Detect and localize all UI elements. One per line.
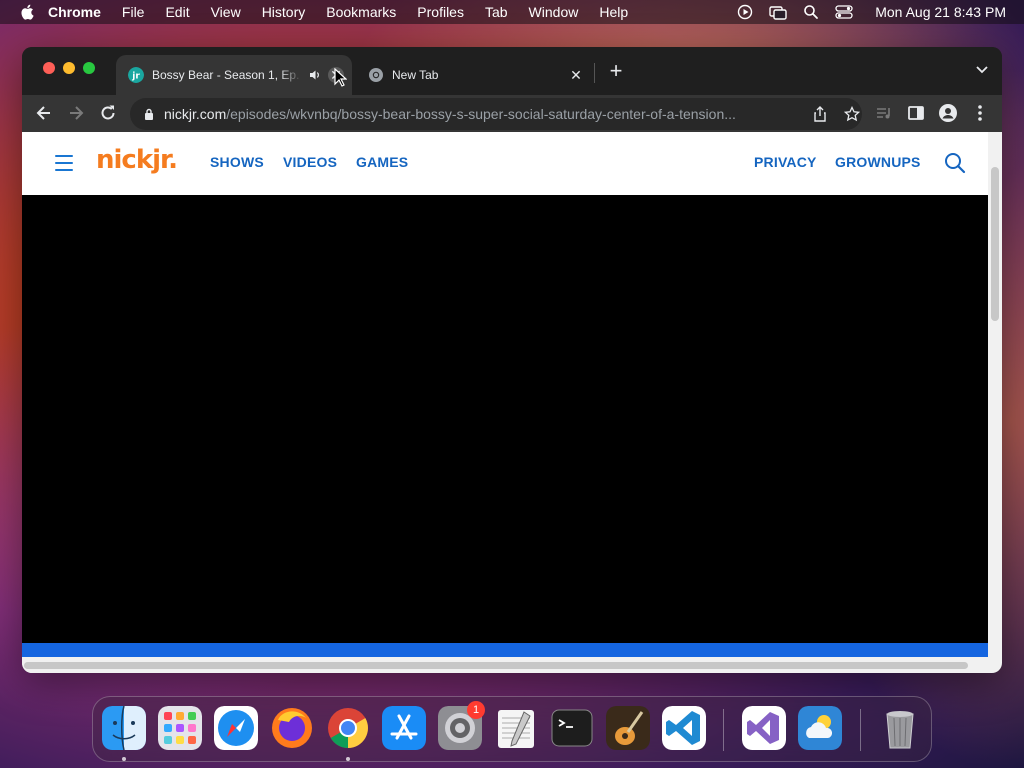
menu-help[interactable]: Help (599, 0, 628, 24)
menu-app-name[interactable]: Chrome (48, 0, 101, 24)
chrome-favicon-icon (369, 68, 383, 82)
more-menu-icon[interactable] (970, 103, 990, 123)
video-progress-bar[interactable] (22, 643, 988, 657)
tab-strip: jr Bossy Bear - Season 1, Ep. ✕ New Tab … (22, 47, 1002, 95)
bookmark-star-icon[interactable] (844, 106, 860, 122)
now-playing-icon[interactable] (737, 4, 753, 20)
logo-text: nick (96, 145, 153, 175)
tab-new-tab[interactable]: New Tab ✕ (356, 55, 592, 95)
firefox-icon[interactable] (270, 706, 314, 750)
tab-title: New Tab (392, 68, 439, 82)
vertical-scrollbar[interactable] (988, 132, 1002, 673)
window-minimize-button[interactable] (63, 62, 75, 74)
nav-games-link[interactable]: GAMES (356, 154, 408, 170)
vertical-scrollbar-thumb[interactable] (991, 167, 999, 321)
new-tab-button[interactable]: + (606, 60, 626, 82)
horizontal-scrollbar-thumb[interactable] (24, 662, 968, 669)
menu-profiles[interactable]: Profiles (417, 0, 464, 24)
terminal-icon[interactable] (550, 706, 594, 750)
menu-bar-clock[interactable]: Mon Aug 21 8:43 PM (875, 4, 1006, 20)
dock-separator (723, 709, 724, 751)
finder-icon[interactable] (102, 706, 146, 750)
site-header: nickjr. SHOWS VIDEOS GAMES PRIVACY GROWN… (22, 132, 988, 195)
forward-arrow-icon[interactable] (66, 103, 86, 123)
profile-avatar-icon[interactable] (938, 103, 958, 123)
window-zoom-button[interactable] (83, 62, 95, 74)
url-path: /episodes/wkvnbq/bossy-bear-bossy-s-supe… (226, 106, 736, 122)
textedit-icon[interactable] (494, 706, 538, 750)
logo-text-suffix: jr. (152, 145, 178, 175)
tab-close-button[interactable]: ✕ (568, 67, 584, 83)
reload-icon[interactable] (98, 103, 118, 123)
nav-privacy-link[interactable]: PRIVACY (754, 154, 817, 170)
tab-bossy-bear[interactable]: jr Bossy Bear - Season 1, Ep. ✕ (116, 55, 352, 95)
nav-grownups-link[interactable]: GROWNUPS (835, 154, 921, 170)
menu-tab[interactable]: Tab (485, 0, 508, 24)
menu-history[interactable]: History (262, 0, 306, 24)
visual-studio-icon[interactable] (742, 706, 786, 750)
spotlight-search-icon[interactable] (803, 4, 819, 20)
notification-badge: 1 (467, 701, 485, 719)
finder-running-indicator (122, 757, 126, 761)
menu-view[interactable]: View (211, 0, 241, 24)
menu-edit[interactable]: Edit (165, 0, 189, 24)
mouse-pointer-icon (334, 68, 347, 87)
garageband-icon[interactable] (606, 706, 650, 750)
google-chrome-icon[interactable] (326, 706, 370, 750)
nickjr-favicon-icon: jr (128, 67, 144, 83)
lock-icon[interactable] (144, 108, 154, 120)
share-icon[interactable] (812, 106, 828, 122)
app-store-icon[interactable] (382, 706, 426, 750)
nav-videos-link[interactable]: VIDEOS (283, 154, 337, 170)
back-arrow-icon[interactable] (34, 103, 54, 123)
web-page: nickjr. SHOWS VIDEOS GAMES PRIVACY GROWN… (22, 132, 988, 673)
tab-divider (594, 63, 595, 83)
video-player[interactable] (22, 195, 988, 643)
menu-file[interactable]: File (122, 0, 145, 24)
control-center-icon[interactable] (835, 4, 853, 20)
window-close-button[interactable] (43, 62, 55, 74)
menu-bar: Chrome File Edit View History Bookmarks … (0, 0, 1024, 24)
svg-text:jr: jr (131, 72, 140, 82)
site-search-icon[interactable] (944, 152, 966, 174)
menu-window[interactable]: Window (529, 0, 579, 24)
side-panel-icon[interactable] (906, 103, 926, 123)
media-control-icon[interactable] (874, 103, 894, 123)
safari-icon[interactable] (214, 706, 258, 750)
apple-menu-icon[interactable] (20, 4, 34, 20)
chrome-window: jr Bossy Bear - Season 1, Ep. ✕ New Tab … (22, 47, 1002, 673)
horizontal-scrollbar[interactable] (22, 657, 988, 673)
address-bar[interactable]: nickjr.com/episodes/wkvnbq/bossy-bear-bo… (130, 98, 862, 130)
tab-title: Bossy Bear - Season 1, Ep. (152, 68, 300, 82)
url-text: nickjr.com/episodes/wkvnbq/bossy-bear-bo… (164, 106, 796, 122)
trash-icon[interactable] (878, 706, 922, 750)
hamburger-menu-icon[interactable] (55, 155, 73, 171)
nickjr-logo[interactable]: nickjr. (96, 145, 178, 175)
dock-separator (860, 709, 861, 751)
tab-search-chevron-icon[interactable] (976, 65, 988, 75)
launchpad-icon[interactable] (158, 706, 202, 750)
weather-icon[interactable] (798, 706, 842, 750)
nav-shows-link[interactable]: SHOWS (210, 154, 264, 170)
screen-mirroring-icon[interactable] (769, 4, 787, 20)
url-host: nickjr.com (164, 106, 227, 122)
menu-bookmarks[interactable]: Bookmarks (326, 0, 396, 24)
tab-audio-playing-icon[interactable] (308, 68, 322, 82)
browser-toolbar: nickjr.com/episodes/wkvnbq/bossy-bear-bo… (22, 95, 1002, 132)
chrome-running-indicator (346, 757, 350, 761)
dock: 1 (92, 696, 932, 762)
visual-studio-code-icon[interactable] (662, 706, 706, 750)
